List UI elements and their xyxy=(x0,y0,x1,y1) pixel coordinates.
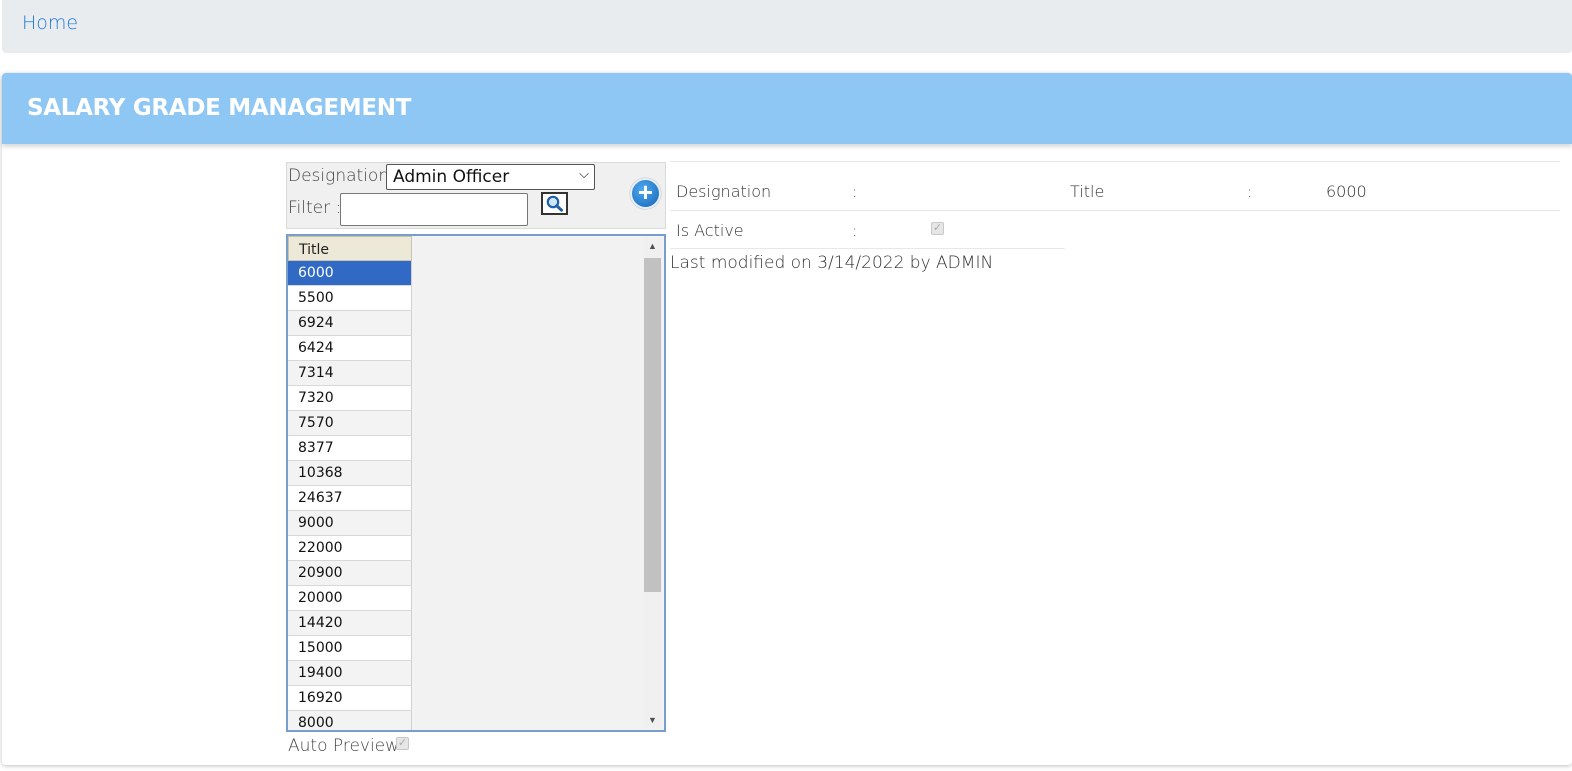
filter-input[interactable] xyxy=(340,193,528,226)
panel-header: SALARY GRADE MANAGEMENT xyxy=(2,73,1572,144)
table-row[interactable]: 22000 xyxy=(288,536,412,561)
table-row[interactable]: 14420 xyxy=(288,611,412,636)
table-row[interactable]: 5500 xyxy=(288,286,412,311)
last-modified-text: Last modified on 3/14/2022 by ADMIN xyxy=(670,253,994,273)
table-row[interactable]: 16920 xyxy=(288,686,412,711)
scroll-thumb[interactable] xyxy=(644,258,661,592)
detail-is-active-label: Is Active xyxy=(676,221,744,240)
table-row[interactable]: 6000 xyxy=(288,261,412,286)
detail-designation-sep: : xyxy=(852,182,858,201)
table-row[interactable]: 9000 xyxy=(288,511,412,536)
grid-header-title[interactable]: Title xyxy=(288,236,412,261)
designation-select-value: Admin Officer xyxy=(393,167,510,187)
table-row[interactable]: 15000 xyxy=(288,636,412,661)
detail-title-label: Title xyxy=(1070,182,1105,201)
breadcrumb: Home xyxy=(2,0,1572,53)
detail-is-active-sep: : xyxy=(852,221,858,240)
table-row[interactable]: 10368 xyxy=(288,461,412,486)
table-row[interactable]: 8377 xyxy=(288,436,412,461)
detail-divider xyxy=(670,210,1560,211)
designation-label: Designation xyxy=(288,166,390,186)
table-row[interactable]: 7320 xyxy=(288,386,412,411)
detail-title-sep: : xyxy=(1247,182,1253,201)
table-row[interactable]: 6924 xyxy=(288,311,412,336)
designation-select[interactable]: Admin Officer ⌵ xyxy=(386,164,595,190)
breadcrumb-home-link[interactable]: Home xyxy=(22,12,78,34)
plus-icon: + xyxy=(637,177,654,207)
table-row[interactable]: 24637 xyxy=(288,486,412,511)
search-box: Designation Admin Officer ⌵ Filter : xyxy=(286,162,666,229)
detail-divider xyxy=(670,161,1560,162)
search-icon xyxy=(546,195,563,212)
table-row[interactable]: 6424 xyxy=(288,336,412,361)
table-row[interactable]: 7570 xyxy=(288,411,412,436)
add-button[interactable]: + xyxy=(630,178,661,209)
detail-title-value: 6000 xyxy=(1326,182,1367,201)
page-title: SALARY GRADE MANAGEMENT xyxy=(27,95,412,121)
table-row[interactable]: 8000 xyxy=(288,711,412,730)
table-row[interactable]: 19400 xyxy=(288,661,412,686)
auto-preview-checkbox[interactable]: ✓ xyxy=(396,737,409,750)
filter-label: Filter : xyxy=(288,198,342,218)
is-active-checkbox: ✓ xyxy=(931,222,944,235)
table-row[interactable]: 7314 xyxy=(288,361,412,386)
scroll-up-arrow-icon[interactable]: ▲ xyxy=(643,238,662,254)
detail-designation-label: Designation xyxy=(676,182,772,201)
filter-search-button[interactable] xyxy=(541,192,568,215)
grid-column: Title 6000 5500 6924 6424 7314 7320 7570 8377 10… xyxy=(288,236,412,730)
detail-divider xyxy=(670,248,1065,249)
chevron-down-icon: ⌵ xyxy=(579,167,589,182)
salary-grade-panel: SALARY GRADE MANAGEMENT xyxy=(2,73,1572,765)
auto-preview-label: Auto Preview xyxy=(288,736,400,756)
scroll-down-arrow-icon[interactable]: ▼ xyxy=(643,712,662,728)
salary-grade-grid: Title 6000 5500 6924 6424 7314 7320 7570 8377 10… xyxy=(286,234,666,732)
table-row[interactable]: 20000 xyxy=(288,586,412,611)
table-row[interactable]: 20900 xyxy=(288,561,412,586)
grid-scrollbar[interactable]: ▲ ▼ xyxy=(643,238,662,728)
